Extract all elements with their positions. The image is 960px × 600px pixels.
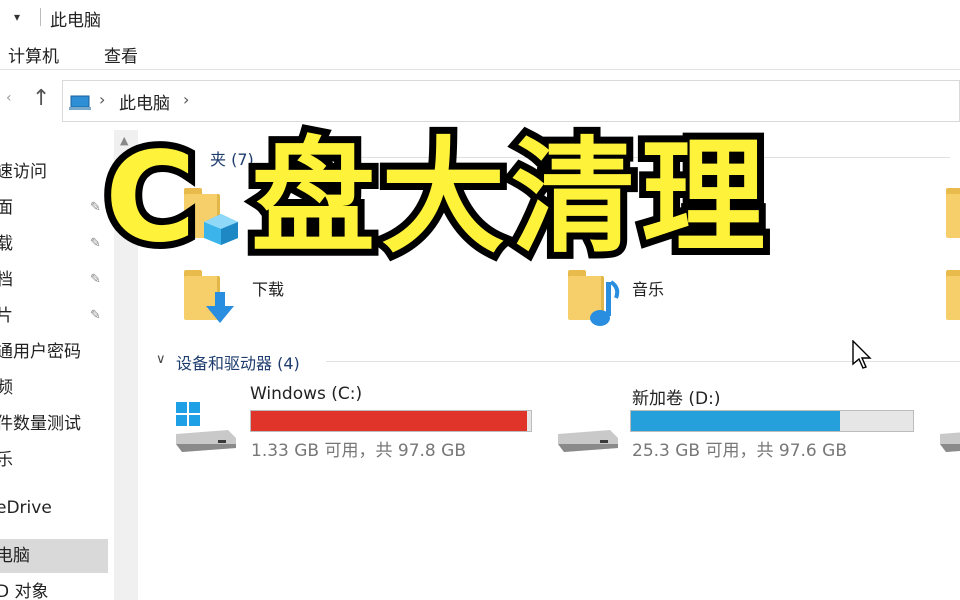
pin-icon: ✎ <box>90 308 101 323</box>
collapse-chevron-icon[interactable]: ∨ <box>156 352 166 367</box>
sidebar-item-label: 频 <box>0 378 13 398</box>
mouse-cursor-icon <box>852 340 872 369</box>
windows-drive-icon[interactable] <box>172 400 236 460</box>
sidebar-item-videos[interactable]: 频 <box>0 371 108 405</box>
title-bar: ▾ 此电脑 <box>0 0 960 34</box>
folder-icon[interactable] <box>946 270 960 320</box>
sidebar-item-label: 速访问 <box>0 162 47 182</box>
drive-icon[interactable] <box>936 408 960 468</box>
drive-usage-bar-c <box>250 410 532 432</box>
ribbon-tabs: 计算机 查看 <box>0 34 960 70</box>
sidebar-item-music[interactable]: 乐 <box>0 443 108 477</box>
sidebar-item-3d-objects[interactable]: D 对象 <box>0 575 108 600</box>
sidebar-item-label: 载 <box>0 234 13 254</box>
drive-info-d: 25.3 GB 可用，共 97.6 GB <box>632 441 847 461</box>
up-arrow-icon[interactable]: ↑ <box>32 86 50 111</box>
address-bar[interactable]: › 此电脑 › <box>62 80 960 122</box>
sidebar-item-label: 档 <box>0 270 13 290</box>
drive-usage-bar-d <box>630 410 914 432</box>
sidebar-item-this-pc[interactable]: 电脑 <box>0 539 108 573</box>
pin-icon: ✎ <box>90 236 101 251</box>
drive-name-c[interactable]: Windows (C:) <box>250 384 362 404</box>
sidebar-item-quick-access[interactable]: 速访问 <box>0 155 108 189</box>
drive-info-c: 1.33 GB 可用，共 97.8 GB <box>251 441 466 461</box>
back-icon[interactable]: ‹ <box>6 90 12 106</box>
drive-usage-fill-d <box>631 411 840 431</box>
address-path-item[interactable]: 此电脑 <box>119 89 170 114</box>
drive-name-d[interactable]: 新加卷 (D:) <box>632 384 721 409</box>
folder-icon[interactable] <box>946 188 960 238</box>
sidebar-item-label: 片 <box>0 306 13 326</box>
address-chevron-icon[interactable]: › <box>183 90 189 109</box>
drive-icon[interactable] <box>554 408 618 468</box>
sidebar-item-label: D 对象 <box>0 582 49 600</box>
sidebar-item-label: 通用户密码 <box>0 342 81 362</box>
window-title: 此电脑 <box>50 11 101 31</box>
tab-computer[interactable]: 计算机 <box>8 42 59 67</box>
drives-section-heading[interactable]: 设备和驱动器 (4) <box>176 350 300 374</box>
quick-access-dropdown[interactable]: ▾ <box>14 10 20 24</box>
sidebar-item-label: 乐 <box>0 450 13 470</box>
download-arrow-icon <box>206 292 234 323</box>
sidebar-item-label: 电脑 <box>0 546 30 566</box>
pin-icon: ✎ <box>90 272 101 287</box>
sidebar-item-file-count-test[interactable]: 件数量测试 <box>0 407 108 441</box>
overlay-caption: C 盘大清理 <box>98 118 855 288</box>
drive-usage-fill-c <box>251 411 528 431</box>
pin-icon: ✎ <box>90 200 101 215</box>
this-pc-icon <box>69 95 91 110</box>
sidebar-item-onedrive[interactable]: eDrive <box>0 491 108 525</box>
sidebar-item-label: 面 <box>0 198 13 218</box>
sidebar-item-label: 件数量测试 <box>0 414 81 434</box>
address-chevron-icon[interactable]: › <box>99 90 105 109</box>
tab-view[interactable]: 查看 <box>104 42 138 67</box>
title-separator <box>40 8 41 26</box>
sidebar-item-label: eDrive <box>0 498 52 518</box>
sidebar-item-user-passwords[interactable]: 通用户密码 <box>0 335 108 369</box>
overlay-caption-text: C 盘大清理 <box>98 119 772 277</box>
